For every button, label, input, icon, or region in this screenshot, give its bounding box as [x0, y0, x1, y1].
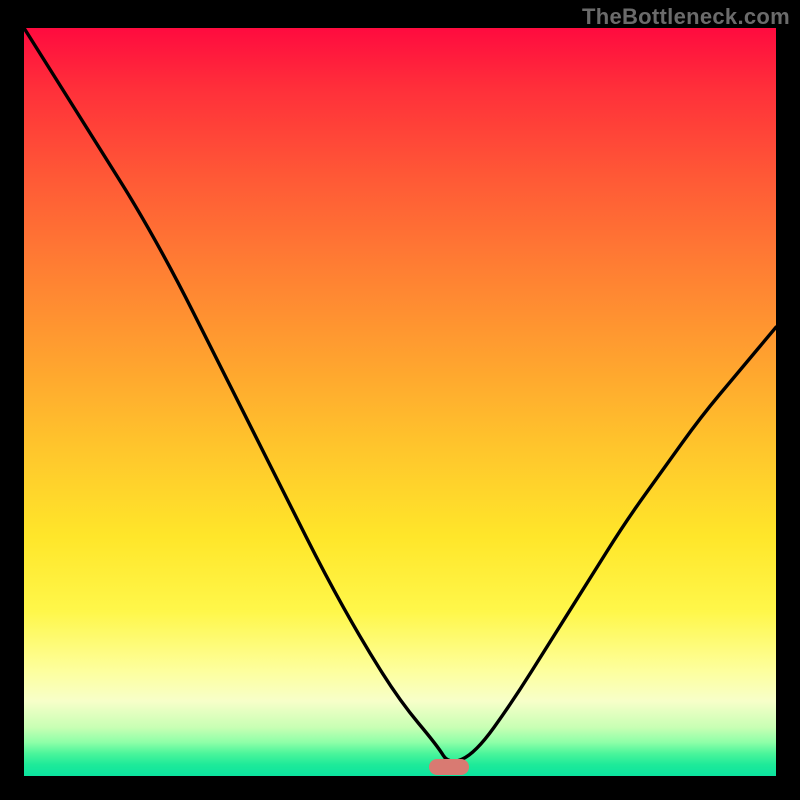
optimal-point-marker [429, 759, 469, 775]
watermark-text: TheBottleneck.com [582, 4, 790, 30]
bottleneck-curve-path [24, 28, 776, 761]
plot-area [24, 28, 776, 776]
curve-svg [24, 28, 776, 776]
chart-frame [0, 28, 800, 800]
